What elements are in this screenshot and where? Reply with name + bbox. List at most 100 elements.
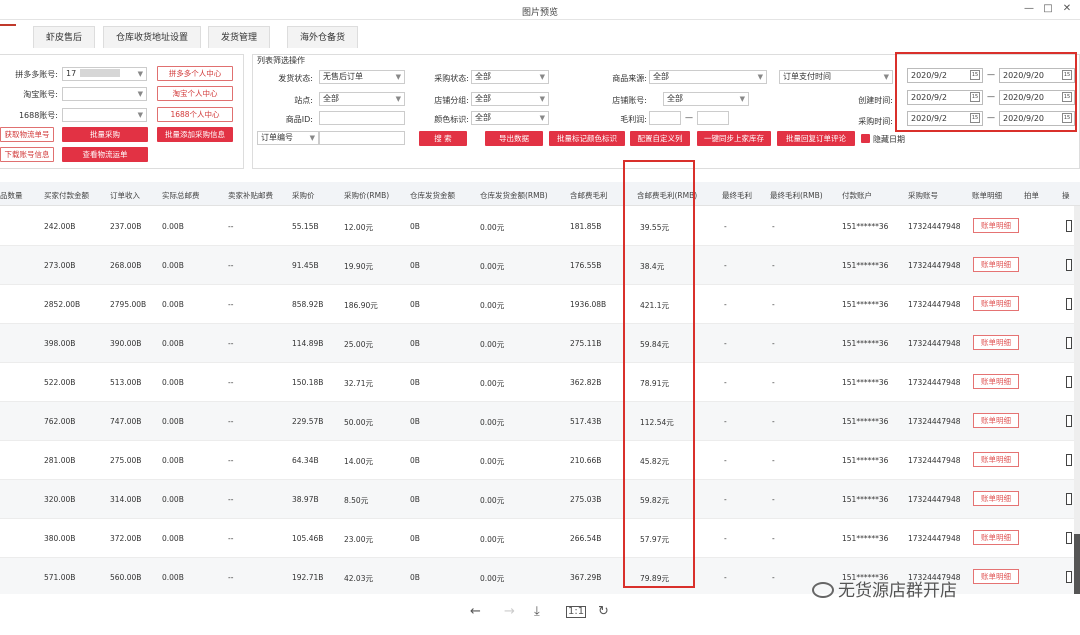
- pdd-center-button[interactable]: 拼多多个人中心: [157, 66, 233, 81]
- margin-min-input[interactable]: [649, 111, 681, 125]
- a1688-account-select[interactable]: ▼: [62, 108, 147, 122]
- batch-review-button[interactable]: 批量回复订单评论: [777, 131, 855, 146]
- table-cell: 151******36: [842, 339, 889, 348]
- taobao-account-select[interactable]: ▼: [62, 87, 147, 101]
- table-row[interactable]: 380.00B 372.00B 0.00B -- 105.46B 23.00元 0B 0.00…: [0, 519, 1078, 558]
- bill-detail-button[interactable]: 账单明细: [973, 218, 1019, 233]
- table-cell: 314.00B: [110, 495, 142, 504]
- table-cell: 242.00B: [44, 222, 76, 231]
- batch-add-info-button[interactable]: 批量添加采购信息: [157, 127, 233, 142]
- bill-detail-button[interactable]: 账单明细: [973, 452, 1019, 467]
- table-cell: 151******36: [842, 261, 889, 270]
- row-action-icon[interactable]: [1066, 220, 1072, 232]
- margin-max-input[interactable]: [697, 111, 729, 125]
- table-cell: 0B: [410, 222, 420, 231]
- row-action-icon[interactable]: [1066, 376, 1072, 388]
- fetch-logistics-button[interactable]: 获取物流单号: [0, 127, 54, 142]
- a1688-center-button[interactable]: 1688个人中心: [157, 107, 233, 122]
- row-action-icon[interactable]: [1066, 571, 1072, 583]
- color-tag-select[interactable]: 全部 ▼: [471, 111, 549, 125]
- tab-shipping[interactable]: 发货管理: [208, 26, 271, 48]
- col-final-margin: 最终毛利: [722, 191, 752, 200]
- maximize-button[interactable]: □: [1041, 3, 1055, 14]
- download-account-button[interactable]: 下载账号信息: [0, 147, 54, 162]
- check-logistics-button[interactable]: 查看物流运单: [62, 147, 148, 162]
- source-select[interactable]: 全部 ▼: [649, 70, 767, 84]
- col-place-order: 拍单: [1024, 191, 1039, 200]
- tab-overseas-stock[interactable]: 海外仓备货: [287, 26, 359, 48]
- ship-status-select[interactable]: 无售后订单 ▼: [319, 70, 405, 84]
- bill-detail-button[interactable]: 账单明细: [973, 491, 1019, 506]
- row-action-icon[interactable]: [1066, 454, 1072, 466]
- order-no-input[interactable]: [319, 131, 405, 145]
- bill-detail-button[interactable]: 账单明细: [973, 296, 1019, 311]
- forward-arrow-icon[interactable]: →: [504, 604, 515, 619]
- table-cell: 0.00B: [162, 339, 184, 348]
- batch-purchase-button[interactable]: 批量采购: [62, 127, 148, 142]
- bill-detail-button[interactable]: 账单明细: [973, 374, 1019, 389]
- table-cell: 0.00元: [480, 379, 505, 388]
- bill-detail-button[interactable]: 账单明细: [973, 569, 1019, 584]
- table-row[interactable]: 398.00B 390.00B 0.00B -- 114.89B 25.00元 0B 0.00…: [0, 324, 1078, 363]
- table-cell: 0.00元: [480, 418, 505, 427]
- product-id-input[interactable]: [319, 111, 405, 125]
- row-action-icon[interactable]: [1066, 532, 1072, 544]
- minimize-button[interactable]: —: [1022, 3, 1036, 14]
- tab-shopee-aftersale[interactable]: 虾皮售后: [33, 26, 96, 48]
- table-row[interactable]: 320.00B 314.00B 0.00B -- 38.97B 8.50元 0B 0.00元 2…: [0, 480, 1078, 519]
- search-button[interactable]: 搜 索: [419, 131, 467, 146]
- row-action-icon[interactable]: [1066, 415, 1072, 427]
- scrollbar[interactable]: [1074, 206, 1080, 594]
- purchase-status-select[interactable]: 全部 ▼: [471, 70, 549, 84]
- bill-detail-button[interactable]: 账单明细: [973, 530, 1019, 545]
- tab-bar: 虾皮售后 仓库收货地址设置 发货管理 海外仓备货: [0, 24, 1080, 50]
- row-action-icon[interactable]: [1066, 259, 1072, 271]
- chevron-down-icon: ▼: [137, 90, 143, 98]
- table-row[interactable]: 273.00B 268.00B 0.00B -- 91.45B 19.90元 0B 0.00元…: [0, 246, 1078, 285]
- sync-stock-button[interactable]: 一键同步上家库存: [697, 131, 771, 146]
- date-highlight-box: [895, 52, 1077, 132]
- source-label: 商品来源:: [612, 74, 647, 83]
- table-cell: 268.00B: [110, 261, 142, 270]
- table-cell: 14.00元: [344, 457, 373, 466]
- taobao-center-button[interactable]: 淘宝个人中心: [157, 86, 233, 101]
- bill-detail-button[interactable]: 账单明细: [973, 335, 1019, 350]
- batch-color-button[interactable]: 批量标记颜色标识: [549, 131, 625, 146]
- rotate-icon[interactable]: ↻: [598, 604, 609, 619]
- tab-active[interactable]: [0, 24, 16, 50]
- site-select[interactable]: 全部 ▼: [319, 92, 405, 106]
- table-row[interactable]: 281.00B 275.00B 0.00B -- 64.34B 14.00元 0B 0.00元…: [0, 441, 1078, 480]
- export-button[interactable]: 导出数据: [485, 131, 543, 146]
- actual-size-icon[interactable]: 1:1: [566, 606, 587, 618]
- pdd-account-select[interactable]: 17 ▼: [62, 67, 147, 81]
- table-cell: 2795.00B: [110, 300, 147, 309]
- bill-detail-button[interactable]: 账单明细: [973, 413, 1019, 428]
- table-cell: 8.50元: [344, 496, 369, 505]
- hide-date-checkbox[interactable]: [861, 134, 870, 143]
- shop-group-select[interactable]: 全部 ▼: [471, 92, 549, 106]
- table-cell: 571.00B: [44, 573, 76, 582]
- table-cell: 0.00元: [480, 574, 505, 583]
- table-row[interactable]: 762.00B 747.00B 0.00B -- 229.57B 50.00元 0B 0.00…: [0, 402, 1078, 441]
- custom-columns-button[interactable]: 配置自定义列: [630, 131, 690, 146]
- row-action-icon[interactable]: [1066, 337, 1072, 349]
- time-type-select[interactable]: 订单支付时间 ▼: [779, 70, 893, 84]
- order-no-select[interactable]: 订单编号 ▼: [257, 131, 319, 145]
- table-cell: --: [228, 261, 234, 270]
- tab-warehouse-address[interactable]: 仓库收货地址设置: [103, 26, 202, 48]
- table-cell: --: [228, 495, 234, 504]
- shop-account-select[interactable]: 全部 ▼: [663, 92, 749, 106]
- table-row[interactable]: 522.00B 513.00B 0.00B -- 150.18B 32.71元 0B 0.00…: [0, 363, 1078, 402]
- table-cell: 0.00元: [480, 496, 505, 505]
- bill-detail-button[interactable]: 账单明细: [973, 257, 1019, 272]
- back-arrow-icon[interactable]: ←: [470, 604, 481, 619]
- table-cell: 2852.00B: [44, 300, 81, 309]
- scrollbar-thumb[interactable]: [1074, 534, 1080, 594]
- table-row[interactable]: 242.00B 237.00B 0.00B -- 55.15B 12.00元 0B 0.00元…: [0, 207, 1078, 246]
- row-action-icon[interactable]: [1066, 298, 1072, 310]
- close-button[interactable]: ✕: [1060, 3, 1074, 14]
- row-action-icon[interactable]: [1066, 493, 1072, 505]
- download-icon[interactable]: ⤓: [534, 604, 540, 619]
- table-row[interactable]: 2852.00B 2795.00B 0.00B -- 858.92B 186.90元 0B 0…: [0, 285, 1078, 324]
- chevron-down-icon: ▼: [309, 134, 315, 142]
